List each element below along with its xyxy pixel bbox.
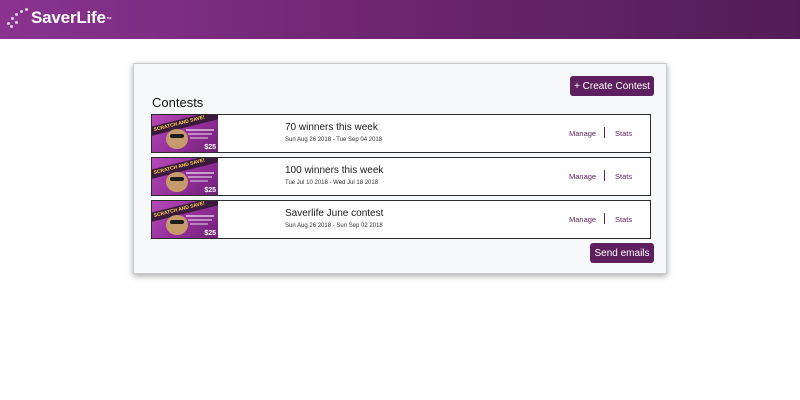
contest-row: SCRATCH AND SAVE! $25 Saverlife June con… [151,200,651,239]
logo-trademark: ™ [105,17,112,23]
contest-row: SCRATCH AND SAVE! $25 70 winners this we… [151,114,651,153]
stats-link[interactable]: Stats [615,172,632,181]
link-divider [604,213,605,224]
create-contest-button[interactable]: + Create Contest [570,76,654,96]
thumbnail-price: $25 [204,230,216,237]
contest-name: 100 winners this week [285,165,384,176]
page-title: Contests [152,95,204,110]
contest-thumbnail: SCRATCH AND SAVE! $25 [152,201,218,238]
thumbnail-sunglasses [170,220,184,224]
link-divider [604,127,605,138]
thumbnail-face [166,215,188,235]
thumbnail-price: $25 [204,144,216,151]
top-navigation-bar: SaverLife ™ [0,0,800,39]
logo-text: SaverLife [31,8,106,27]
send-emails-button[interactable]: Send emails [590,243,654,263]
link-divider [604,170,605,181]
thumbnail-price: $25 [204,187,216,194]
manage-link[interactable]: Manage [569,129,596,138]
contest-thumbnail: SCRATCH AND SAVE! $25 [152,158,218,195]
contest-dates: Sun Aug 26 2018 - Sun Sep 02 2018 [285,223,383,229]
manage-link[interactable]: Manage [569,172,596,181]
contest-dates: Sun Aug 26 2018 - Tue Sep 04 2018 [285,137,383,143]
contest-thumbnail: SCRATCH AND SAVE! $25 [152,115,218,152]
saverlife-logo[interactable]: SaverLife ™ [6,4,112,32]
contests-card: + Create Contest Contests SCRATCH AND SA… [133,63,667,274]
contest-dates: Tue Jul 10 2018 - Wed Jul 18 2018 [285,180,379,186]
thumbnail-face [166,129,188,149]
thumbnail-sunglasses [170,177,184,181]
contest-name: 70 winners this week [285,122,378,133]
thumbnail-face [166,172,188,192]
stats-link[interactable]: Stats [615,129,632,138]
thumbnail-sunglasses [170,134,184,138]
stats-link[interactable]: Stats [615,215,632,224]
manage-link[interactable]: Manage [569,215,596,224]
contest-row: SCRATCH AND SAVE! $25 100 winners this w… [151,157,651,196]
logo-dots-icon [6,7,28,29]
contest-name: Saverlife June contest [285,208,384,219]
